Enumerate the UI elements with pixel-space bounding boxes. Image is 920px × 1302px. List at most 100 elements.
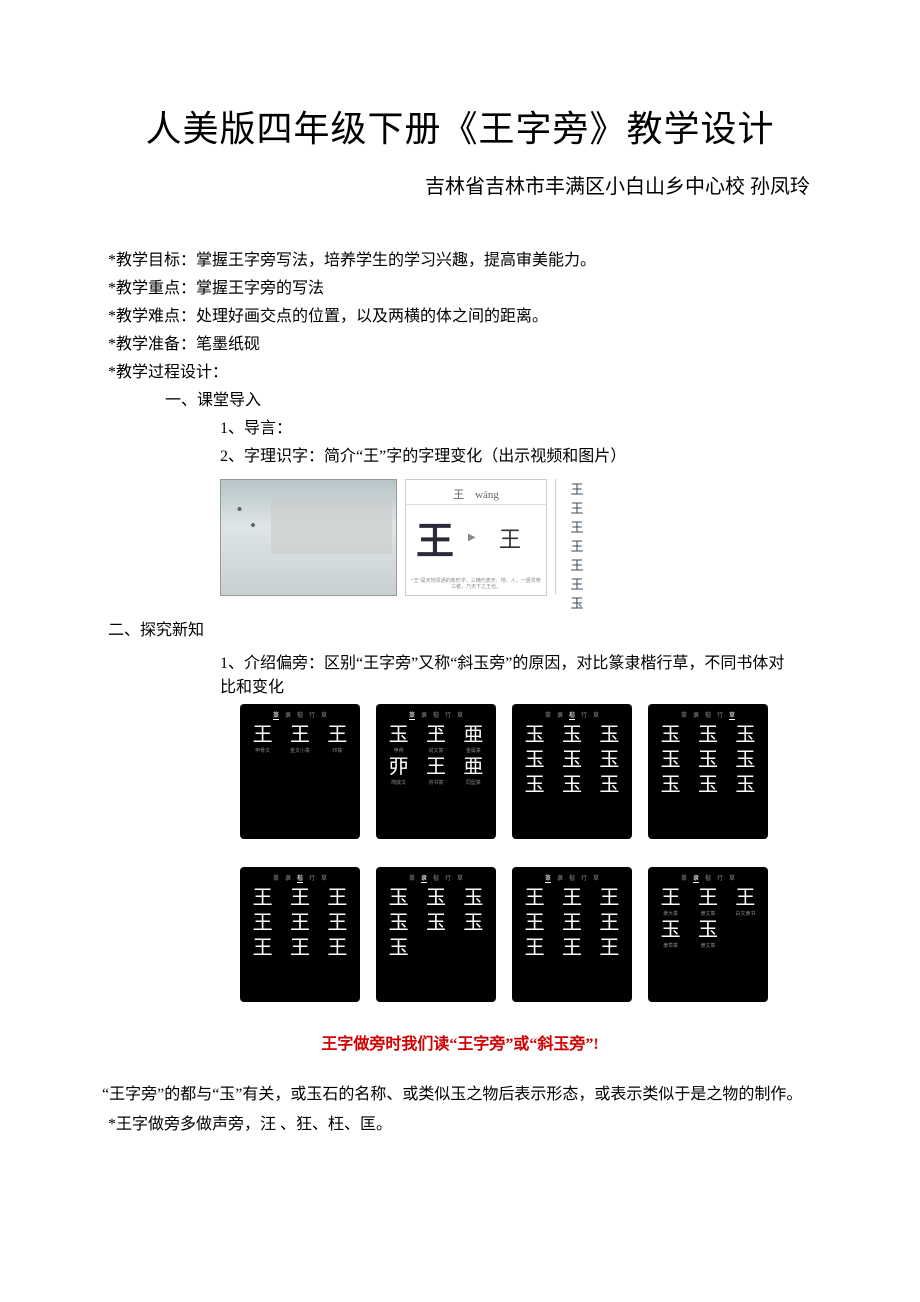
char-glyph: 王 <box>554 887 591 909</box>
char-cell: 玉 <box>516 749 553 772</box>
char-cell: 王 <box>282 887 319 910</box>
char-cell: 王 <box>244 937 281 960</box>
wang-variants-column: 王王王王王王玉 <box>555 479 592 594</box>
char-glyph: 亜 <box>455 756 492 778</box>
char-glyph: 玉 <box>516 749 553 771</box>
char-glyph: 王 <box>319 912 356 934</box>
calligraphy-style-card: 篆隶楷行草玉玉玉玉玉玉玉玉玉 <box>648 704 768 839</box>
text: 处理好画交点的位置，以及两横的体之间的距离。 <box>196 308 548 325</box>
char-glyph: 玉 <box>591 749 628 771</box>
char-row: 玉玉玉 <box>652 724 764 747</box>
style-tab: 隶 <box>693 710 699 720</box>
char-glyph: 王 <box>516 912 553 934</box>
char-glyph: 玉 <box>652 919 689 941</box>
char-label: 帛书篆 <box>418 779 455 786</box>
char-row: 王王王 <box>244 912 356 935</box>
char-cell <box>455 937 492 960</box>
style-tab: 行 <box>717 710 723 720</box>
char-glyph: 王 <box>319 937 356 959</box>
style-tab: 楷 <box>705 873 711 883</box>
char-label: 金属篆 <box>455 747 492 754</box>
wang-caption: “王”是天地贯通的象形字，三横代表天、地、人，一竖贯穿三者，乃天下之王也。 <box>410 579 542 591</box>
style-tab: 草 <box>321 873 327 883</box>
style-tab: 篆 <box>273 710 279 720</box>
wang-variant-char: 王 <box>570 498 583 517</box>
char-glyph: 玉 <box>380 912 417 934</box>
char-row: 玉玉玉 <box>516 774 628 797</box>
char-label: 甲骨 <box>380 747 417 754</box>
style-tab: 草 <box>457 710 463 720</box>
teaching-focus: *教学重点：掌握王字旁的写法 <box>70 277 850 301</box>
char-glyph: 王 <box>244 937 281 959</box>
style-tab: 楷 <box>705 710 711 720</box>
char-label: 甲骨文 <box>244 747 281 754</box>
char-cell: 玉 <box>591 749 628 772</box>
intro-images-row: 王 wáng 王 ▶ 王 “王”是天地贯通的象形字，三横代表天、地、人，一竖贯穿… <box>220 479 850 596</box>
char-row: 王王王 <box>516 937 628 960</box>
char-cell: 王 <box>319 937 356 960</box>
char-cell: 玉 <box>652 774 689 797</box>
char-row: 玉玉玉 <box>516 749 628 772</box>
char-cell: 王 <box>319 912 356 935</box>
calligraphy-style-card: 篆隶楷行草玉玉玉玉玉玉玉 <box>376 867 496 1002</box>
arrow-icon: ▶ <box>468 532 476 543</box>
style-tab: 行 <box>445 873 451 883</box>
red-callout: 王字做旁时我们读“王字旁”或“斜玉旁”! <box>70 1030 850 1054</box>
char-cell: 玉 <box>690 749 727 772</box>
style-tab: 篆 <box>545 873 551 883</box>
char-cell: 玉 <box>380 912 417 935</box>
char-cell: 王 <box>319 887 356 910</box>
style-tab: 隶 <box>693 873 699 883</box>
char-cell: 王 <box>516 912 553 935</box>
char-cell: 玉甲骨 <box>380 724 417 754</box>
char-glyph: 王 <box>516 887 553 909</box>
char-row: 王王王 <box>244 887 356 910</box>
char-cell: 玉 <box>380 937 417 960</box>
char-label: 说文篆 <box>418 747 455 754</box>
char-cell: 王白文隶书 <box>727 887 764 917</box>
char-row: 玉玉玉 <box>380 912 492 935</box>
wang-variant-char: 王 <box>570 574 583 593</box>
text: 掌握王字旁的写法 <box>196 280 324 297</box>
char-glyph: 王 <box>554 912 591 934</box>
char-cell: 王金文小篆 <box>282 724 319 754</box>
char-cell: 玉隶草篆 <box>652 919 689 949</box>
calligraphy-style-card: 篆隶楷行草王甲骨文王金文小篆王印篆 <box>240 704 360 839</box>
style-tabs: 篆隶楷行草 <box>516 873 628 883</box>
char-cell: 玉 <box>652 724 689 747</box>
char-row: 玉玉玉 <box>652 749 764 772</box>
char-glyph: 王 <box>244 912 281 934</box>
style-tab: 草 <box>457 873 463 883</box>
text: 笔墨纸砚 <box>196 336 260 353</box>
label: *教学难点： <box>108 308 196 325</box>
char-glyph: 王 <box>591 887 628 909</box>
char-row: 玉玉玉 <box>516 724 628 747</box>
char-row: 王甲骨文王金文小篆王印篆 <box>244 724 356 754</box>
char-glyph: 玉 <box>591 724 628 746</box>
char-cell: 王 <box>244 912 281 935</box>
char-cell: 玉 <box>418 912 455 935</box>
char-glyph: 玉 <box>455 887 492 909</box>
wang-variant-char: 王 <box>570 517 583 536</box>
char-cell: 王 <box>282 912 319 935</box>
char-cell: 王甲骨文 <box>244 724 281 754</box>
calligraphy-style-card: 篆隶楷行草王隶大篆王隶文篆王白文隶书玉隶草篆玉隶文篆 <box>648 867 768 1002</box>
label: *教学准备： <box>108 336 196 353</box>
char-cell: 王隶大篆 <box>652 887 689 917</box>
char-row: 王王王 <box>244 937 356 960</box>
char-cell: 玉 <box>690 774 727 797</box>
char-cell: 玉 <box>516 724 553 747</box>
char-cell: 玉 <box>591 774 628 797</box>
char-cell: 玉 <box>727 724 764 747</box>
style-tab: 楷 <box>569 710 575 720</box>
char-cell: 玉 <box>652 749 689 772</box>
char-cell <box>727 919 764 949</box>
teaching-prep: *教学准备：笔墨纸砚 <box>70 333 850 357</box>
style-tab: 草 <box>729 710 735 720</box>
char-glyph: 玉 <box>516 774 553 796</box>
body-para-1: “王字旁”的都与“玉”有关，或玉石的名称、或类似玉之物后表示形态，或表示类似于是… <box>70 1082 850 1108</box>
char-cell: 玉 <box>455 887 492 910</box>
char-cell: 玉 <box>418 887 455 910</box>
char-row: 玉玉玉 <box>380 887 492 910</box>
style-tab: 楷 <box>297 873 303 883</box>
